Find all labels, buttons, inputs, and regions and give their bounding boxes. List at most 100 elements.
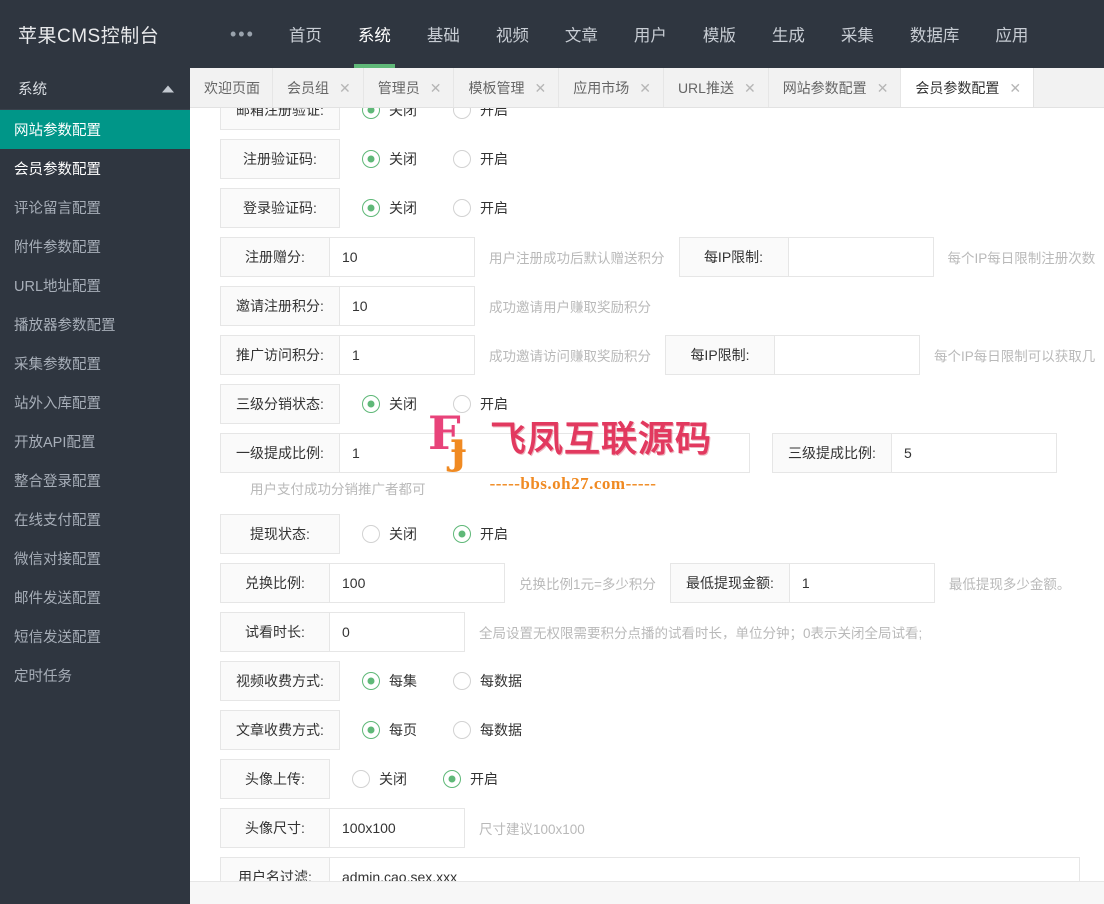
tab-app-market[interactable]: 应用市场 ✕ bbox=[559, 68, 664, 107]
label-avatar-size: 头像尺寸: bbox=[220, 808, 330, 848]
close-icon[interactable]: ✕ bbox=[744, 81, 756, 95]
radio-avatar-upload-off[interactable]: 关闭 bbox=[352, 769, 407, 789]
close-icon[interactable]: ✕ bbox=[1009, 81, 1021, 95]
label-invite-points: 邀请注册积分: bbox=[220, 286, 340, 326]
input-preview-duration[interactable]: 0 bbox=[330, 612, 465, 652]
input-register-ip-limit[interactable] bbox=[788, 237, 934, 277]
sidebar-item-collect-config[interactable]: 采集参数配置 bbox=[0, 344, 190, 383]
tab-welcome[interactable]: 欢迎页面 bbox=[190, 68, 273, 107]
radio-distribution-on[interactable]: 开启 bbox=[453, 394, 508, 414]
radio-login-captcha-off[interactable]: 关闭 bbox=[362, 198, 417, 218]
close-icon[interactable]: ✕ bbox=[877, 81, 889, 95]
close-icon[interactable]: ✕ bbox=[430, 81, 442, 95]
radio-register-captcha-on[interactable]: 开启 bbox=[453, 149, 508, 169]
row-article-fee-mode: 文章收费方式: 每页 每数据 bbox=[220, 710, 1104, 750]
radio-label: 关闭 bbox=[389, 526, 417, 542]
radio-withdraw-on[interactable]: 开启 bbox=[453, 524, 508, 544]
nav-item-5[interactable]: 用户 bbox=[616, 0, 685, 68]
tab-url-push[interactable]: URL推送 ✕ bbox=[663, 68, 769, 107]
top-header: 苹果CMS控制台 ••• 首页 系统 基础 视频 文章 用户 模版 生成 采集 … bbox=[0, 0, 1104, 68]
radio-dot-icon bbox=[362, 721, 380, 739]
radio-dot-icon bbox=[362, 395, 380, 413]
radio-withdraw-off[interactable]: 关闭 bbox=[362, 524, 417, 544]
radio-avatar-upload-on[interactable]: 开启 bbox=[443, 769, 498, 789]
sidebar-item-payment-config[interactable]: 在线支付配置 bbox=[0, 500, 190, 539]
tab-bar: 欢迎页面 会员组 ✕ 管理员 ✕ 模板管理 ✕ 应用市场 ✕ URL推送 ✕ 网… bbox=[190, 68, 1104, 108]
nav-item-10[interactable]: 应用 bbox=[977, 0, 1046, 68]
settings-content: 邮箱注册验证: 关闭 开启 注册验证码: 关闭 开启 登录验证码: 关闭 开启 … bbox=[190, 108, 1104, 904]
nav-item-8[interactable]: 采集 bbox=[823, 0, 892, 68]
sidebar-item-sms-config[interactable]: 短信发送配置 bbox=[0, 617, 190, 656]
close-icon[interactable]: ✕ bbox=[339, 81, 351, 95]
nav-item-6[interactable]: 模版 bbox=[685, 0, 754, 68]
radio-group-article-fee-mode: 每页 每数据 bbox=[340, 710, 558, 750]
input-level3-commission[interactable]: 5 bbox=[892, 433, 1057, 473]
tab-member-group[interactable]: 会员组 ✕ bbox=[273, 68, 364, 107]
input-avatar-size[interactable]: 100x100 bbox=[330, 808, 465, 848]
radio-dot-icon bbox=[352, 770, 370, 788]
sidebar-item-sso-config[interactable]: 整合登录配置 bbox=[0, 461, 190, 500]
input-promote-ip-limit[interactable] bbox=[775, 335, 920, 375]
hint-commission-rates: 用户支付成功分销推广者都可 bbox=[250, 482, 426, 497]
tab-label: 应用市场 bbox=[573, 79, 630, 96]
input-invite-points[interactable]: 10 bbox=[340, 286, 475, 326]
input-register-points[interactable]: 10 bbox=[330, 237, 475, 277]
sidebar-group-system[interactable]: 系统 bbox=[0, 68, 190, 110]
sidebar-item-email-config[interactable]: 邮件发送配置 bbox=[0, 578, 190, 617]
nav-item-0[interactable]: 首页 bbox=[271, 0, 340, 68]
input-exchange-rate[interactable]: 100 bbox=[330, 563, 505, 603]
sidebar-item-open-api-config[interactable]: 开放API配置 bbox=[0, 422, 190, 461]
radio-dot-icon bbox=[362, 199, 380, 217]
radio-distribution-off[interactable]: 关闭 bbox=[362, 394, 417, 414]
radio-label: 每页 bbox=[389, 722, 417, 738]
radio-video-fee-per-episode[interactable]: 每集 bbox=[362, 671, 417, 691]
radio-login-captcha-on[interactable]: 开启 bbox=[453, 198, 508, 218]
radio-email-verify-on[interactable]: 开启 bbox=[453, 108, 508, 120]
content-bottom-strip bbox=[190, 882, 1104, 904]
sidebar-item-wechat-config[interactable]: 微信对接配置 bbox=[0, 539, 190, 578]
tab-member-config[interactable]: 会员参数配置 ✕ bbox=[901, 68, 1035, 107]
label-promote-ip-limit: 每IP限制: bbox=[665, 335, 775, 375]
nav-item-3[interactable]: 视频 bbox=[478, 0, 547, 68]
tab-admin[interactable]: 管理员 ✕ bbox=[363, 68, 455, 107]
sidebar-item-external-import-config[interactable]: 站外入库配置 bbox=[0, 383, 190, 422]
close-icon[interactable]: ✕ bbox=[534, 81, 546, 95]
sidebar-item-player-config[interactable]: 播放器参数配置 bbox=[0, 305, 190, 344]
tab-template-manage[interactable]: 模板管理 ✕ bbox=[454, 68, 560, 107]
radio-article-fee-per-data[interactable]: 每数据 bbox=[453, 720, 522, 740]
input-level1-commission[interactable]: 1 bbox=[340, 433, 750, 473]
sidebar-item-attachment-config[interactable]: 附件参数配置 bbox=[0, 227, 190, 266]
tab-site-config[interactable]: 网站参数配置 ✕ bbox=[768, 68, 902, 107]
row-avatar-size: 头像尺寸: 100x100 尺寸建议100x100 bbox=[220, 808, 1104, 848]
sidebar-item-member-config[interactable]: 会员参数配置 bbox=[0, 149, 190, 188]
sidebar-item-site-config[interactable]: 网站参数配置 bbox=[0, 110, 190, 149]
sidebar-item-comment-config[interactable]: 评论留言配置 bbox=[0, 188, 190, 227]
radio-email-verify-off[interactable]: 关闭 bbox=[362, 108, 417, 120]
brand-title: 苹果CMS控制台 bbox=[0, 0, 190, 68]
nav-item-2[interactable]: 基础 bbox=[409, 0, 478, 68]
radio-register-captcha-off[interactable]: 关闭 bbox=[362, 149, 417, 169]
radio-video-fee-per-data[interactable]: 每数据 bbox=[453, 671, 522, 691]
close-icon[interactable]: ✕ bbox=[639, 81, 651, 95]
label-register-points: 注册赠分: bbox=[220, 237, 330, 277]
radio-group-email-register-verify: 关闭 开启 bbox=[340, 108, 544, 130]
input-min-withdraw[interactable]: 1 bbox=[789, 563, 935, 603]
label-min-withdraw: 最低提现金额: bbox=[669, 563, 790, 603]
radio-article-fee-per-page[interactable]: 每页 bbox=[362, 720, 417, 740]
radio-label: 关闭 bbox=[389, 200, 417, 216]
hint-register-ip-limit: 每个IP每日限制注册次数 bbox=[947, 251, 1096, 266]
nav-item-9[interactable]: 数据库 bbox=[892, 0, 978, 68]
nav-item-1[interactable]: 系统 bbox=[340, 0, 409, 68]
nav-item-7[interactable]: 生成 bbox=[754, 0, 823, 68]
radio-label: 关闭 bbox=[389, 151, 417, 167]
radio-label: 开启 bbox=[480, 200, 508, 216]
hint-avatar-size: 尺寸建议100x100 bbox=[479, 822, 585, 837]
tab-label: 网站参数配置 bbox=[782, 79, 867, 96]
sidebar-item-url-config[interactable]: URL地址配置 bbox=[0, 266, 190, 305]
input-promote-points[interactable]: 1 bbox=[340, 335, 475, 375]
nav-item-4[interactable]: 文章 bbox=[547, 0, 616, 68]
label-distribution-status: 三级分销状态: bbox=[220, 384, 340, 424]
nav-more-icon[interactable]: ••• bbox=[214, 0, 271, 68]
sidebar-item-cron-task[interactable]: 定时任务 bbox=[0, 656, 190, 695]
radio-dot-icon bbox=[453, 150, 471, 168]
